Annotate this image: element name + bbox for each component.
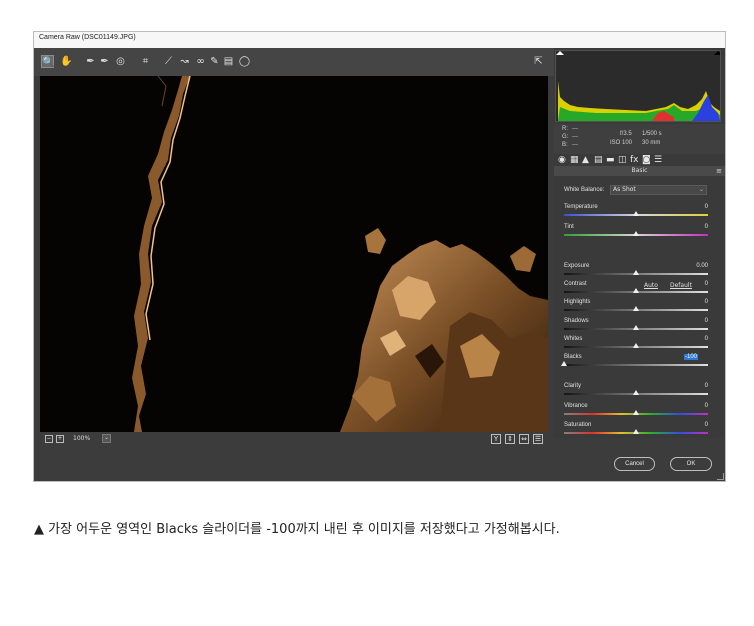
slider-vibrance-thumb[interactable] [633, 410, 639, 415]
slider-blacks-thumb[interactable] [561, 361, 567, 366]
zoom-level: 100% [73, 435, 91, 442]
shutter-speed: 1/500 s [642, 131, 662, 137]
spot-removal-tool-icon[interactable]: ↝ [178, 55, 191, 68]
slider-blacks-value[interactable]: -100 [684, 354, 698, 360]
slider-tint-thumb[interactable] [633, 231, 639, 236]
title-bar: Camera Raw (DSC01149.JPG) [34, 32, 725, 49]
panel-tabs: ◉ ▦ ▲ ▤ ▬ ◫ fx ◙ ☰ [554, 154, 725, 166]
slider-contrast-thumb[interactable] [633, 288, 639, 293]
ok-button[interactable]: OK [670, 457, 712, 471]
targeted-adjustment-tool-icon[interactable]: ◎ [114, 55, 127, 68]
g-value: --- [572, 134, 578, 140]
copy-settings-button[interactable]: ⇔ [519, 434, 529, 444]
panel-title: Basic ≡ [554, 166, 725, 176]
slider-highlights-thumb[interactable] [633, 306, 639, 311]
slider-highlights-value[interactable]: 0 [674, 299, 708, 305]
histogram [555, 50, 721, 122]
slider-clarity-value[interactable]: 0 [674, 383, 708, 389]
slider-exposure-label: Exposure [564, 263, 590, 269]
radial-filter-tool-icon[interactable]: ◯ [238, 55, 251, 68]
zoom-in-button[interactable]: + [56, 435, 64, 443]
tone-curve-tab-icon[interactable]: ▦ [570, 154, 579, 166]
fullscreen-icon[interactable]: ⇱ [532, 55, 545, 68]
red-eye-tool-icon[interactable]: ∞ [194, 55, 207, 68]
slider-saturation-label: Saturation [564, 422, 592, 428]
graduated-filter-tool-icon[interactable]: ▤ [222, 55, 235, 68]
slider-temperature-thumb[interactable] [633, 211, 639, 216]
r-label: R: [562, 126, 568, 132]
tool-bar: 🔍 ✋ ✒ ✒ ◎ ⌗ ⟋ ↝ ∞ ✎ ▤ ◯ [34, 48, 554, 76]
slider-whites-thumb[interactable] [633, 343, 639, 348]
slider-contrast-value[interactable]: 0 [674, 281, 708, 287]
r-value: --- [572, 126, 578, 132]
white-balance-label: White Balance: [564, 187, 605, 193]
presets-tab-icon[interactable]: ☰ [654, 154, 662, 166]
slider-vibrance-value[interactable]: 0 [674, 403, 708, 409]
before-after-toggle[interactable]: Y [491, 434, 501, 444]
straighten-tool-icon[interactable]: ⟋ [162, 55, 175, 68]
camera-calibration-tab-icon[interactable]: ◙ [642, 154, 651, 166]
effects-tab-icon[interactable]: fx [630, 154, 639, 166]
swap-settings-button[interactable]: ⇕ [505, 434, 515, 444]
white-balance-select[interactable]: As Shot ⌄ [610, 185, 707, 195]
aperture: f/3.5 [620, 131, 632, 137]
slider-temperature-label: Temperature [564, 204, 598, 210]
resize-handle[interactable] [717, 473, 724, 480]
slider-exposure-thumb[interactable] [633, 270, 639, 275]
image-info: R: --- G: --- B: --- f/3.5 1/500 s ISO 1… [554, 124, 725, 154]
zoom-out-button[interactable]: − [45, 435, 53, 443]
slider-vibrance-label: Vibrance [564, 403, 588, 409]
slider-clarity-thumb[interactable] [633, 390, 639, 395]
slider-tint-label: Tint [564, 224, 574, 230]
window-title: Camera Raw (DSC01149.JPG) [39, 34, 136, 41]
slider-contrast-label: Contrast [564, 281, 587, 287]
auto-link[interactable]: Auto [644, 282, 658, 289]
right-panel: R: --- G: --- B: --- f/3.5 1/500 s ISO 1… [554, 48, 725, 438]
slider-saturation-value[interactable]: 0 [674, 422, 708, 428]
white-balance-tool-icon[interactable]: ✒ [84, 55, 97, 68]
adjustment-brush-tool-icon[interactable]: ✎ [208, 55, 221, 68]
g-label: G: [562, 134, 569, 140]
slider-whites-value[interactable]: 0 [674, 336, 708, 342]
b-value: --- [572, 142, 578, 148]
panel-menu-icon[interactable]: ≡ [716, 166, 722, 176]
hand-tool-icon[interactable]: ✋ [60, 55, 73, 68]
panel-title-text: Basic [631, 167, 648, 174]
slider-whites-label: Whites [564, 336, 583, 342]
basic-tab-icon[interactable]: ◉ [558, 154, 566, 166]
chevron-down-icon: ⌄ [698, 186, 704, 193]
zoom-dropdown[interactable]: ⌄ [102, 434, 111, 443]
detail-tab-icon[interactable]: ▲ [582, 154, 589, 166]
slider-highlights-label: Highlights [564, 299, 591, 305]
camera-raw-window: Camera Raw (DSC01149.JPG) 🔍 ✋ ✒ ✒ ◎ ⌗ ⟋ ↝ ∞ ✎ ▤ ◯ ⇱ [33, 31, 726, 482]
slider-clarity-label: Clarity [564, 383, 582, 389]
b-label: B: [562, 142, 568, 148]
slider-shadows-thumb[interactable] [633, 325, 639, 330]
crop-tool-icon[interactable]: ⌗ [139, 55, 152, 68]
slider-shadows-label: Shadows [564, 318, 589, 324]
zoom-tool-icon[interactable]: 🔍 [41, 55, 54, 68]
slider-temperature-value[interactable]: 0 [674, 204, 708, 210]
split-toning-tab-icon[interactable]: ▬ [606, 154, 615, 166]
slider-blacks-label: Blacks [564, 354, 582, 360]
image-preview[interactable] [40, 76, 548, 432]
white-balance-value: As Shot [613, 186, 636, 193]
slider-saturation-thumb[interactable] [633, 429, 639, 434]
iso: ISO 100 [610, 140, 633, 146]
focal-length: 30 mm [642, 140, 661, 146]
toggle-settings-button[interactable]: ☰ [533, 434, 543, 444]
caption-text: ▲ 가장 어두운 영역인 Blacks 슬라이더를 -100까지 내린 후 이미… [34, 522, 560, 537]
slider-blacks-track[interactable] [564, 364, 708, 366]
hsl-tab-icon[interactable]: ▤ [594, 154, 603, 166]
slider-shadows-value[interactable]: 0 [674, 318, 708, 324]
lens-tab-icon[interactable]: ◫ [618, 154, 627, 166]
color-sampler-tool-icon[interactable]: ✒ [98, 55, 111, 68]
cancel-button[interactable]: Cancel [614, 457, 655, 471]
slider-exposure-value[interactable]: 0.00 [674, 263, 708, 269]
slider-tint-value[interactable]: 0 [674, 224, 708, 230]
preview-bottom-bar: − + 100% ⌄ Y ⇕ ⇔ ☰ [40, 432, 548, 446]
photo-canvas [40, 76, 548, 432]
